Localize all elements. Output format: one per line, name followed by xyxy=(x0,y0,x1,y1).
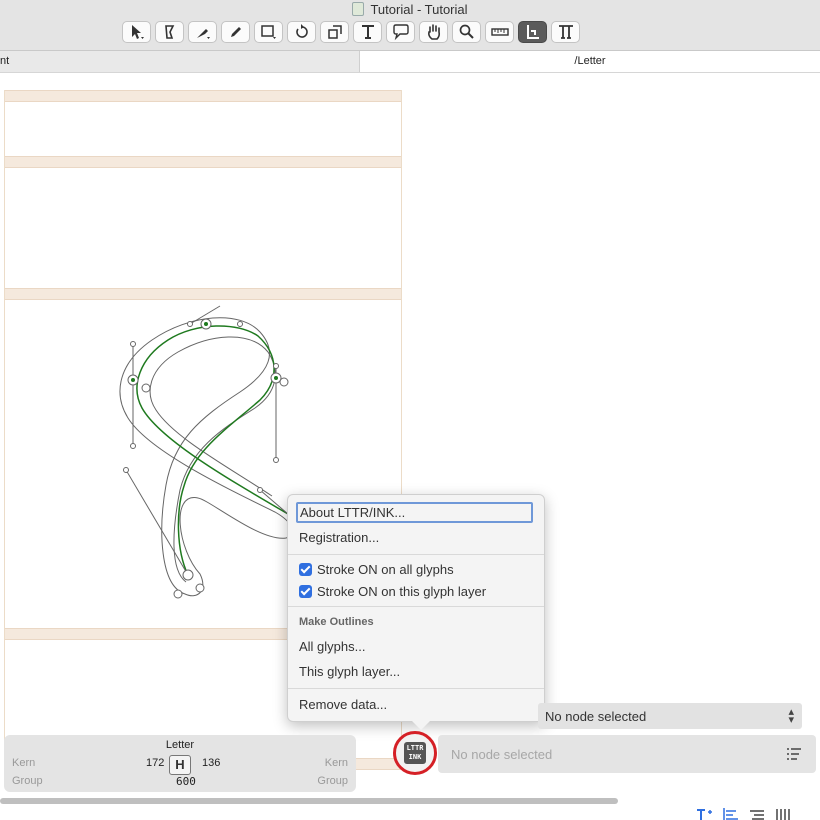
toolbar xyxy=(122,21,580,45)
glyph-outline[interactable] xyxy=(100,300,310,610)
menu-item-all-glyphs[interactable]: All glyphs... xyxy=(299,637,535,657)
node-selection-dropdown[interactable]: No node selected ▴ ▾ xyxy=(538,703,802,729)
text-tool-icon xyxy=(361,25,374,39)
annotation-tool-icon xyxy=(392,24,409,41)
menu-separator xyxy=(288,554,544,555)
align-left-icon[interactable] xyxy=(722,808,740,820)
right-sidebearing-value[interactable]: 136 xyxy=(202,757,220,769)
right-kern-label[interactable]: Kern xyxy=(325,757,348,769)
lttr-ink-logo-icon: LTTR INK xyxy=(404,742,426,764)
measure-tool-button[interactable] xyxy=(485,21,514,43)
scale-tool-icon xyxy=(327,25,342,39)
lttr-ink-plugin-button[interactable]: LTTR INK xyxy=(393,731,437,775)
left-group-label[interactable]: Group xyxy=(12,775,43,787)
menu-item-stroke-all-glyphs[interactable]: Stroke ON on all glyphs xyxy=(299,560,535,580)
glyph-name[interactable]: Letter xyxy=(4,739,356,751)
handle-lines xyxy=(125,305,289,576)
lttr-ink-context-menu: About LTTR/INK... Registration... Stroke… xyxy=(287,494,545,730)
select-tool-button[interactable] xyxy=(122,21,151,43)
align-right-icon[interactable] xyxy=(748,808,766,820)
draw-tool-icon xyxy=(164,25,174,39)
metric-band-ascender xyxy=(5,90,401,102)
inspector-status: No node selected xyxy=(451,747,553,762)
document-icon xyxy=(352,2,365,16)
right-group-label[interactable]: Group xyxy=(317,775,348,787)
bottom-toolbar xyxy=(696,808,792,820)
menu-pointer xyxy=(412,721,430,730)
hand-tool-button[interactable] xyxy=(419,21,448,43)
menu-item-stroke-glyph-layer[interactable]: Stroke ON on this glyph layer xyxy=(299,582,535,602)
checkmark-icon xyxy=(299,585,312,598)
menu-item-this-glyph-layer[interactable]: This glyph layer... xyxy=(299,662,535,682)
chevron-updown-icon: ▴ ▾ xyxy=(788,706,794,726)
draw-tool-button[interactable] xyxy=(155,21,184,43)
text-settings-icon[interactable] xyxy=(696,808,714,820)
text-tool-button[interactable] xyxy=(353,21,382,43)
stroke-centerline xyxy=(136,325,289,576)
rectangle-tool-button[interactable] xyxy=(254,21,283,43)
tab-letter[interactable]: /Letter xyxy=(360,51,820,72)
edit-tab-bar: nt /Letter xyxy=(0,51,820,73)
menu-item-about[interactable]: About LTTR/INK... xyxy=(296,502,533,523)
zoom-tool-icon xyxy=(459,24,474,39)
menu-separator xyxy=(288,688,544,689)
menu-item-remove-data[interactable]: Remove data... xyxy=(299,695,535,715)
pen-tool-icon xyxy=(196,29,210,39)
zoom-tool-button[interactable] xyxy=(452,21,481,43)
metrics-tool-button[interactable] xyxy=(518,21,547,43)
metric-band-x-height xyxy=(5,288,401,300)
menu-item-registration[interactable]: Registration... xyxy=(299,528,535,548)
rotate-tool-button[interactable] xyxy=(287,21,316,43)
kerning-panel: Letter Kern 172 136 Kern H Group 600 Gro… xyxy=(4,735,356,792)
annotation-tool-button[interactable] xyxy=(386,21,415,43)
type-tool-icon xyxy=(558,25,573,39)
left-kern-label[interactable]: Kern xyxy=(12,757,35,769)
title-bar: Tutorial - Tutorial xyxy=(0,0,820,51)
pencil-tool-icon xyxy=(230,27,241,37)
measure-tool-icon xyxy=(490,28,509,36)
glyph-width-value[interactable]: 600 xyxy=(176,775,196,788)
rotate-tool-icon xyxy=(295,24,308,38)
node-points xyxy=(123,318,289,599)
outer-contour xyxy=(119,317,293,597)
list-options-icon[interactable] xyxy=(786,746,802,762)
columns-icon[interactable] xyxy=(774,808,792,820)
inner-contour xyxy=(149,336,276,583)
window-title: Tutorial - Tutorial xyxy=(0,2,820,17)
metrics-tool-icon xyxy=(526,25,539,39)
menu-heading-make-outlines: Make Outlines xyxy=(299,616,374,628)
rectangle-tool-icon xyxy=(260,25,276,39)
menu-separator xyxy=(288,606,544,607)
inspector-bar: No node selected xyxy=(438,735,816,773)
horizontal-scrollbar[interactable] xyxy=(0,798,618,804)
tab-font[interactable]: nt xyxy=(0,51,360,72)
metric-band-cap-height xyxy=(5,156,401,168)
select-tool-icon xyxy=(131,25,144,39)
hand-tool-icon xyxy=(427,24,440,40)
scale-tool-button[interactable] xyxy=(320,21,349,43)
glyph-preview-icon: H xyxy=(169,755,191,775)
pencil-tool-button[interactable] xyxy=(221,21,250,43)
pen-tool-button[interactable] xyxy=(188,21,217,43)
left-sidebearing-value[interactable]: 172 xyxy=(146,757,164,769)
checkmark-icon xyxy=(299,563,312,576)
type-tool-button[interactable] xyxy=(551,21,580,43)
